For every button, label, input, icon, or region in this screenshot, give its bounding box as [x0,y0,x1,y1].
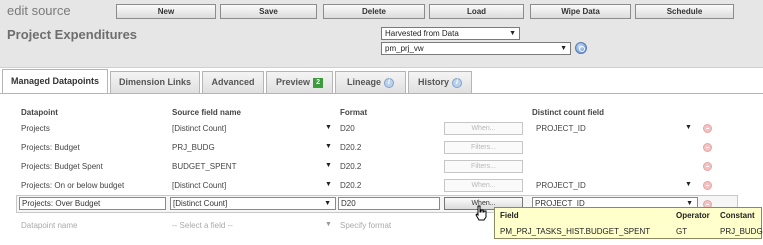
when-button[interactable]: When... [444,122,523,135]
datapoint-name-input[interactable]: Projects: Over Budget [19,197,166,210]
chevron-down-icon[interactable]: ▼ [685,181,692,188]
tooltip-header-constant: Constant [720,211,755,220]
row-datapoint[interactable]: Projects: Budget [21,143,80,152]
row-datapoint[interactable]: Projects: Budget Spent [21,162,103,171]
tab-bar: Managed Datapoints Dimension Links Advan… [0,69,763,93]
tooltip-operator-value: GT [676,227,688,236]
delete-row-icon[interactable] [703,143,712,152]
tab-label: Lineage [346,77,381,87]
row-format[interactable]: D20 [340,124,355,133]
delete-row-icon[interactable] [703,124,712,133]
delete-button[interactable]: Delete [323,4,425,19]
tooltip-field-value: PM_PRJ_TASKS_HIST.BUDGET_SPENT [500,227,651,236]
hand-cursor-icon [475,205,487,221]
column-header-source-field: Source field name [172,108,241,117]
tab-label: Preview [275,77,311,87]
new-format-input[interactable]: Specify format [340,221,391,230]
preview-count-badge: 2 [313,77,324,88]
new-source-field-select[interactable]: -- Select a field -- [172,221,233,230]
tab-label: Advanced [211,77,255,87]
info-icon: i [452,77,462,88]
source-type-select[interactable]: Harvested from Data ▼ [381,27,520,40]
load-button[interactable]: Load [429,4,524,19]
tab-preview[interactable]: Preview 2 [266,71,333,93]
row-source-field[interactable]: [Distinct Count] [172,124,226,133]
filters-button[interactable]: Filters... [444,141,523,154]
source-type-value: Harvested from Data [385,29,459,38]
go-icon[interactable] [575,42,587,54]
tab-label: Managed Datapoints [10,76,99,86]
row-source-field[interactable]: BUDGET_SPENT [172,162,236,171]
condition-tooltip: Field Operator Constant PM_PRJ_TASKS_HIS… [494,207,763,239]
source-name-value: pm_prj_vw [385,44,424,53]
when-button[interactable]: When... [444,179,523,192]
source-field-select[interactable]: [Distinct Count] ▼ [170,197,336,210]
row-distinct-field[interactable]: PROJECT_ID [536,124,586,133]
delete-row-icon[interactable] [703,181,712,190]
new-datapoint-name-input[interactable]: Datapoint name [21,221,77,230]
tab-advanced[interactable]: Advanced [202,71,264,93]
tab-managed-datapoints[interactable]: Managed Datapoints [2,69,108,93]
tab-history[interactable]: History i [408,71,472,93]
tab-label: Dimension Links [118,77,191,87]
row-distinct-field[interactable]: PROJECT_ID [536,181,586,190]
format-input[interactable]: D20 [338,197,440,210]
row-source-field[interactable]: PRJ_BUDG [172,143,215,152]
tooltip-header-operator: Operator [676,211,710,220]
tooltip-header-field: Field [500,211,519,220]
tab-lineage[interactable]: Lineage i [335,71,406,93]
chevron-down-icon[interactable]: ▼ [325,143,332,150]
row-format[interactable]: D20.2 [340,143,361,152]
wipe-data-button[interactable]: Wipe Data [530,4,631,19]
schedule-button[interactable]: Schedule [635,4,734,19]
row-format[interactable]: D20.2 [340,181,361,190]
filters-button[interactable]: Filters... [444,160,523,173]
app-title: edit source [7,3,71,18]
chevron-down-icon: ▼ [324,200,331,207]
source-field-value: [Distinct Count] [173,199,228,208]
row-datapoint[interactable]: Projects [21,124,50,133]
chevron-down-icon[interactable]: ▼ [325,181,332,188]
chevron-down-icon[interactable]: ▼ [325,124,332,131]
column-header-distinct-count: Distinct count field [532,108,604,117]
chevron-down-icon[interactable]: ▼ [685,124,692,131]
column-header-format: Format [340,108,368,117]
page-title: Project Expenditures [7,27,138,42]
delete-row-icon[interactable] [703,162,712,171]
chevron-down-icon[interactable]: ▼ [325,221,332,228]
info-icon: i [384,77,394,88]
row-source-field[interactable]: [Distinct Count] [172,181,226,190]
header-bar: edit source Project Expenditures New Sav… [0,0,763,68]
tab-divider [0,93,763,94]
chevron-down-icon: ▼ [560,45,567,52]
new-button[interactable]: New [116,4,216,19]
tab-dimension-links[interactable]: Dimension Links [110,71,200,93]
tooltip-constant-value: PRJ_BUDG [720,227,763,236]
row-datapoint[interactable]: Projects: On or below budget [21,181,124,190]
chevron-down-icon: ▼ [509,30,516,37]
chevron-down-icon[interactable]: ▼ [325,162,332,169]
save-button[interactable]: Save [220,4,317,19]
tab-label: History [417,77,449,87]
column-header-datapoint: Datapoint [21,108,58,117]
source-name-select[interactable]: pm_prj_vw ▼ [381,42,571,55]
row-format[interactable]: D20.2 [340,162,361,171]
